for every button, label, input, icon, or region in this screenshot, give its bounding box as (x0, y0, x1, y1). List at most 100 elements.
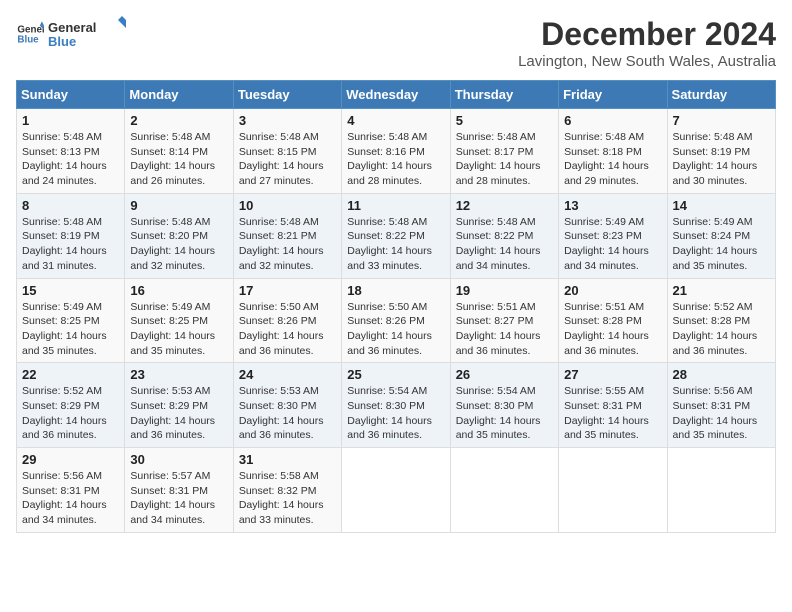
day-number: 6 (564, 113, 661, 128)
calendar-day-cell: 31 Sunrise: 5:58 AM Sunset: 8:32 PM Dayl… (233, 448, 341, 533)
day-info: Sunrise: 5:48 AM Sunset: 8:22 PM Dayligh… (456, 215, 553, 274)
day-info: Sunrise: 5:48 AM Sunset: 8:13 PM Dayligh… (22, 130, 119, 189)
day-number: 24 (239, 367, 336, 382)
day-info: Sunrise: 5:48 AM Sunset: 8:19 PM Dayligh… (22, 215, 119, 274)
day-number: 4 (347, 113, 444, 128)
header: General Blue General Blue December 2024 … (16, 16, 776, 70)
svg-text:General: General (48, 20, 96, 35)
day-number: 27 (564, 367, 661, 382)
day-number: 21 (673, 283, 770, 298)
calendar-day-cell: 2 Sunrise: 5:48 AM Sunset: 8:14 PM Dayli… (125, 109, 233, 194)
day-info: Sunrise: 5:49 AM Sunset: 8:23 PM Dayligh… (564, 215, 661, 274)
day-info: Sunrise: 5:51 AM Sunset: 8:27 PM Dayligh… (456, 300, 553, 359)
calendar-day-cell: 14 Sunrise: 5:49 AM Sunset: 8:24 PM Dayl… (667, 193, 775, 278)
day-number: 18 (347, 283, 444, 298)
calendar-week-row: 29 Sunrise: 5:56 AM Sunset: 8:31 PM Dayl… (17, 448, 776, 533)
calendar-day-cell: 16 Sunrise: 5:49 AM Sunset: 8:25 PM Dayl… (125, 278, 233, 363)
logo-icon: General Blue (16, 20, 44, 48)
day-number: 23 (130, 367, 227, 382)
calendar-day-cell: 21 Sunrise: 5:52 AM Sunset: 8:28 PM Dayl… (667, 278, 775, 363)
day-number: 22 (22, 367, 119, 382)
calendar-day-cell: 5 Sunrise: 5:48 AM Sunset: 8:17 PM Dayli… (450, 109, 558, 194)
day-header-thursday: Thursday (450, 81, 558, 109)
day-info: Sunrise: 5:49 AM Sunset: 8:24 PM Dayligh… (673, 215, 770, 274)
calendar-day-cell: 15 Sunrise: 5:49 AM Sunset: 8:25 PM Dayl… (17, 278, 125, 363)
day-header-tuesday: Tuesday (233, 81, 341, 109)
day-info: Sunrise: 5:48 AM Sunset: 8:15 PM Dayligh… (239, 130, 336, 189)
day-info: Sunrise: 5:48 AM Sunset: 8:20 PM Dayligh… (130, 215, 227, 274)
day-info: Sunrise: 5:58 AM Sunset: 8:32 PM Dayligh… (239, 469, 336, 528)
day-info: Sunrise: 5:49 AM Sunset: 8:25 PM Dayligh… (22, 300, 119, 359)
day-number: 19 (456, 283, 553, 298)
day-number: 25 (347, 367, 444, 382)
day-info: Sunrise: 5:51 AM Sunset: 8:28 PM Dayligh… (564, 300, 661, 359)
day-header-sunday: Sunday (17, 81, 125, 109)
day-info: Sunrise: 5:57 AM Sunset: 8:31 PM Dayligh… (130, 469, 227, 528)
day-header-friday: Friday (559, 81, 667, 109)
day-info: Sunrise: 5:54 AM Sunset: 8:30 PM Dayligh… (347, 384, 444, 443)
day-info: Sunrise: 5:48 AM Sunset: 8:17 PM Dayligh… (456, 130, 553, 189)
day-info: Sunrise: 5:56 AM Sunset: 8:31 PM Dayligh… (22, 469, 119, 528)
day-number: 17 (239, 283, 336, 298)
calendar-day-cell: 1 Sunrise: 5:48 AM Sunset: 8:13 PM Dayli… (17, 109, 125, 194)
day-info: Sunrise: 5:50 AM Sunset: 8:26 PM Dayligh… (347, 300, 444, 359)
day-number: 15 (22, 283, 119, 298)
day-number: 16 (130, 283, 227, 298)
calendar-day-cell: 24 Sunrise: 5:53 AM Sunset: 8:30 PM Dayl… (233, 363, 341, 448)
calendar-week-row: 22 Sunrise: 5:52 AM Sunset: 8:29 PM Dayl… (17, 363, 776, 448)
day-number: 12 (456, 198, 553, 213)
calendar-week-row: 1 Sunrise: 5:48 AM Sunset: 8:13 PM Dayli… (17, 109, 776, 194)
calendar-day-cell: 10 Sunrise: 5:48 AM Sunset: 8:21 PM Dayl… (233, 193, 341, 278)
day-header-wednesday: Wednesday (342, 81, 450, 109)
day-number: 11 (347, 198, 444, 213)
day-number: 3 (239, 113, 336, 128)
day-number: 14 (673, 198, 770, 213)
day-number: 13 (564, 198, 661, 213)
calendar-day-cell: 13 Sunrise: 5:49 AM Sunset: 8:23 PM Dayl… (559, 193, 667, 278)
day-info: Sunrise: 5:50 AM Sunset: 8:26 PM Dayligh… (239, 300, 336, 359)
day-number: 5 (456, 113, 553, 128)
day-info: Sunrise: 5:48 AM Sunset: 8:22 PM Dayligh… (347, 215, 444, 274)
day-info: Sunrise: 5:48 AM Sunset: 8:21 PM Dayligh… (239, 215, 336, 274)
empty-cell (342, 448, 450, 533)
calendar-day-cell: 17 Sunrise: 5:50 AM Sunset: 8:26 PM Dayl… (233, 278, 341, 363)
day-number: 30 (130, 452, 227, 467)
calendar-day-cell: 20 Sunrise: 5:51 AM Sunset: 8:28 PM Dayl… (559, 278, 667, 363)
day-number: 1 (22, 113, 119, 128)
calendar-day-cell: 7 Sunrise: 5:48 AM Sunset: 8:19 PM Dayli… (667, 109, 775, 194)
calendar-day-cell: 22 Sunrise: 5:52 AM Sunset: 8:29 PM Dayl… (17, 363, 125, 448)
day-info: Sunrise: 5:52 AM Sunset: 8:29 PM Dayligh… (22, 384, 119, 443)
calendar-day-cell: 19 Sunrise: 5:51 AM Sunset: 8:27 PM Dayl… (450, 278, 558, 363)
day-info: Sunrise: 5:53 AM Sunset: 8:29 PM Dayligh… (130, 384, 227, 443)
calendar-day-cell: 26 Sunrise: 5:54 AM Sunset: 8:30 PM Dayl… (450, 363, 558, 448)
empty-cell (667, 448, 775, 533)
page-subtitle: Lavington, New South Wales, Australia (518, 53, 776, 70)
day-number: 28 (673, 367, 770, 382)
calendar-header-row: SundayMondayTuesdayWednesdayThursdayFrid… (17, 81, 776, 109)
day-header-monday: Monday (125, 81, 233, 109)
calendar-day-cell: 29 Sunrise: 5:56 AM Sunset: 8:31 PM Dayl… (17, 448, 125, 533)
day-info: Sunrise: 5:49 AM Sunset: 8:25 PM Dayligh… (130, 300, 227, 359)
calendar-day-cell: 28 Sunrise: 5:56 AM Sunset: 8:31 PM Dayl… (667, 363, 775, 448)
day-number: 10 (239, 198, 336, 213)
svg-text:Blue: Blue (48, 34, 76, 49)
calendar-day-cell: 9 Sunrise: 5:48 AM Sunset: 8:20 PM Dayli… (125, 193, 233, 278)
day-info: Sunrise: 5:48 AM Sunset: 8:18 PM Dayligh… (564, 130, 661, 189)
calendar-day-cell: 30 Sunrise: 5:57 AM Sunset: 8:31 PM Dayl… (125, 448, 233, 533)
day-header-saturday: Saturday (667, 81, 775, 109)
day-info: Sunrise: 5:55 AM Sunset: 8:31 PM Dayligh… (564, 384, 661, 443)
calendar-day-cell: 25 Sunrise: 5:54 AM Sunset: 8:30 PM Dayl… (342, 363, 450, 448)
calendar-day-cell: 6 Sunrise: 5:48 AM Sunset: 8:18 PM Dayli… (559, 109, 667, 194)
day-number: 2 (130, 113, 227, 128)
calendar-day-cell: 27 Sunrise: 5:55 AM Sunset: 8:31 PM Dayl… (559, 363, 667, 448)
day-number: 7 (673, 113, 770, 128)
day-info: Sunrise: 5:53 AM Sunset: 8:30 PM Dayligh… (239, 384, 336, 443)
empty-cell (450, 448, 558, 533)
calendar-week-row: 8 Sunrise: 5:48 AM Sunset: 8:19 PM Dayli… (17, 193, 776, 278)
calendar-day-cell: 4 Sunrise: 5:48 AM Sunset: 8:16 PM Dayli… (342, 109, 450, 194)
day-number: 31 (239, 452, 336, 467)
day-info: Sunrise: 5:54 AM Sunset: 8:30 PM Dayligh… (456, 384, 553, 443)
day-info: Sunrise: 5:52 AM Sunset: 8:28 PM Dayligh… (673, 300, 770, 359)
svg-text:Blue: Blue (17, 34, 39, 45)
day-number: 9 (130, 198, 227, 213)
